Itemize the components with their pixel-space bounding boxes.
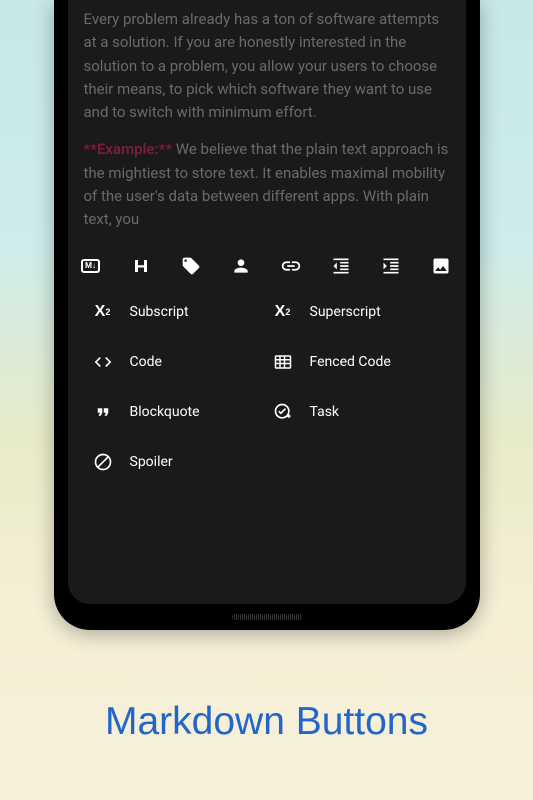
code-icon [92,351,114,373]
superscript-label: Superscript [310,304,381,320]
example-marker: **Example:** [84,140,173,158]
blockquote-label: Blockquote [130,404,200,420]
phone-speaker [232,614,302,620]
fenced-code-icon [272,351,294,373]
fenced-code-button[interactable]: Fenced Code [272,351,442,373]
code-label: Code [130,354,162,370]
phone-frame: Every problem already has a ton of softw… [54,0,480,630]
task-label: Task [310,404,340,420]
code-button[interactable]: Code [92,351,262,373]
promo-caption: Markdown Buttons [0,700,533,744]
indent-icon[interactable] [380,255,402,277]
person-icon[interactable] [230,255,252,277]
editor-content[interactable]: Every problem already has a ton of softw… [68,0,466,245]
image-icon[interactable] [430,255,452,277]
subscript-button[interactable]: X2 Subscript [92,301,262,323]
blockquote-button[interactable]: Blockquote [92,401,262,423]
spoiler-button[interactable]: Spoiler [92,451,262,473]
subscript-icon: X2 [92,301,114,323]
subscript-label: Subscript [130,304,189,320]
paragraph-2: **Example:** We believe that the plain t… [84,138,450,231]
heading-icon[interactable] [130,255,152,277]
blockquote-icon [92,401,114,423]
outdent-icon[interactable] [330,255,352,277]
fenced-code-label: Fenced Code [310,354,391,370]
superscript-icon: X2 [272,301,294,323]
tag-icon[interactable] [180,255,202,277]
spoiler-label: Spoiler [130,454,173,470]
markdown-toolbar: M↓ [68,245,466,287]
spoiler-icon [92,451,114,473]
paragraph-1: Every problem already has a ton of softw… [84,8,450,124]
phone-screen: Every problem already has a ton of softw… [68,0,466,604]
format-menu: X2 Subscript X2 Superscript Code Fenced … [68,287,466,487]
task-icon [272,401,294,423]
task-button[interactable]: Task [272,401,442,423]
link-icon[interactable] [280,255,302,277]
superscript-button[interactable]: X2 Superscript [272,301,442,323]
markdown-icon[interactable]: M↓ [80,255,102,277]
